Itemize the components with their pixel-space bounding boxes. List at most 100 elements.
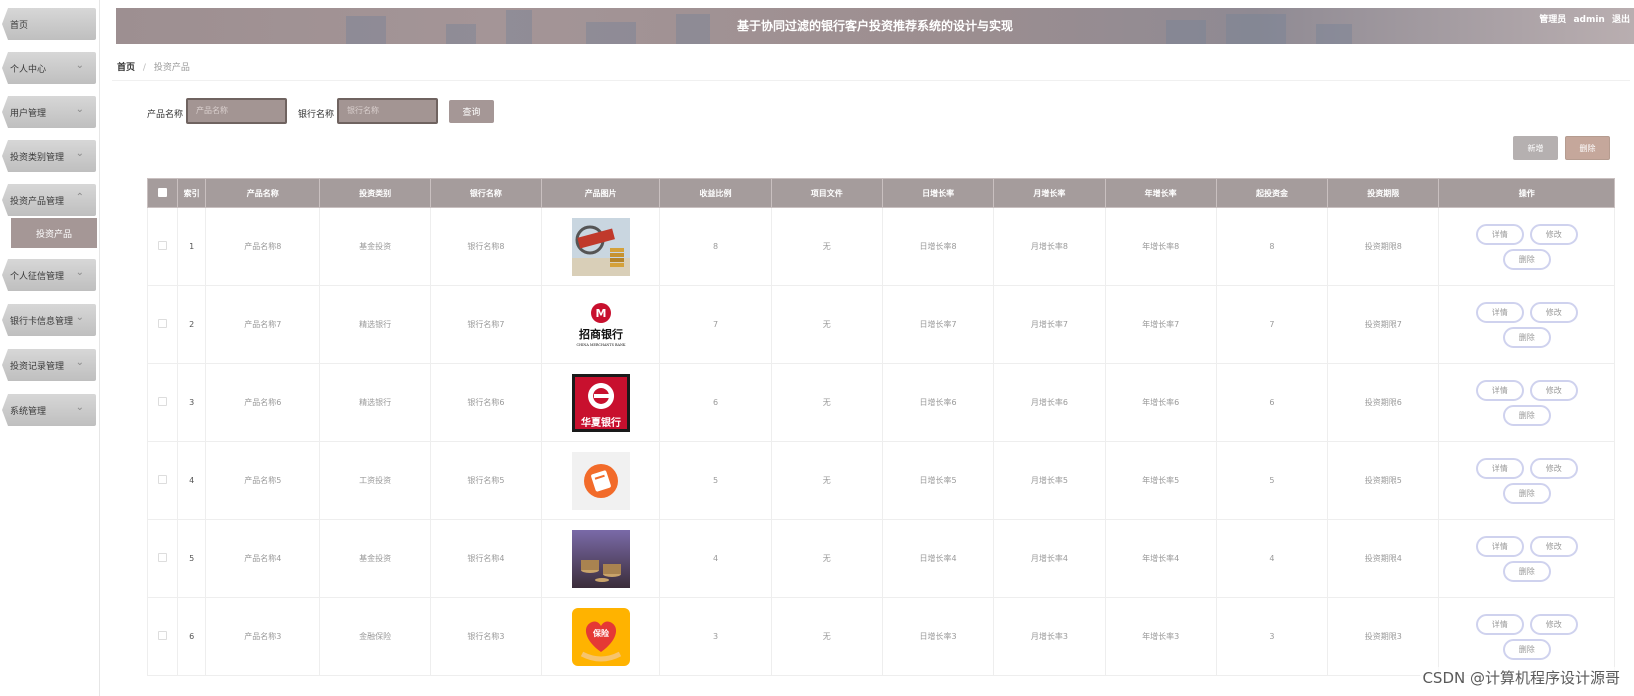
cell-file: 无	[770, 207, 883, 286]
row-checkbox[interactable]	[158, 475, 168, 484]
logout-link[interactable]: 退出	[1612, 15, 1630, 25]
sidebar-item-label: 银行卡信息管理	[10, 316, 74, 327]
chevron-up-icon: ⌃	[75, 192, 84, 203]
cell-index: 3	[177, 363, 207, 442]
table-row[interactable]: 2 产品名称7 精选银行 银行名称7 M 招商银行 CHINA MERCHANTS BANK…	[146, 285, 1615, 364]
cell-name: 产品名称5	[205, 441, 321, 520]
column-header: 产品名称	[205, 178, 321, 208]
table-row[interactable]: 5 产品名称4 基金投资 银行名称4 4 无日增长率4 月增长率4 年增长率4 4 投资期限4 详情…	[146, 519, 1615, 598]
delete-button[interactable]: 删除	[1502, 326, 1551, 348]
row-actions-cell: 详情 修改删除	[1438, 207, 1615, 286]
row-select-cell[interactable]	[146, 441, 179, 520]
cell-term: 投资期限6	[1327, 363, 1440, 442]
product-image-cell: 华夏银行	[541, 363, 661, 442]
svg-text:M: M	[595, 307, 606, 320]
chevron-down-icon: ⌄	[75, 402, 84, 413]
column-header: 收益比例	[659, 178, 772, 208]
sidebar-item-category-management[interactable]: 投资类别管理 ⌄	[2, 140, 96, 172]
delete-button[interactable]: 删除	[1502, 404, 1551, 426]
sidebar-item-record-management[interactable]: 投资记录管理 ⌄	[2, 349, 96, 381]
cell-term: 投资期限5	[1327, 441, 1440, 520]
sidebar-subitem-products[interactable]: 投资产品	[11, 218, 97, 248]
cell-term: 投资期限7	[1327, 285, 1440, 364]
product-image-cell: M 招商银行 CHINA MERCHANTS BANK	[541, 285, 661, 364]
product-name-input[interactable]: 产品名称	[186, 98, 287, 124]
cell-min: 4	[1215, 519, 1329, 598]
sidebar-item-product-management[interactable]: 投资产品管理 ⌃	[2, 184, 96, 216]
sidebar-item-system-management[interactable]: 系统管理 ⌄	[2, 394, 96, 426]
delete-button[interactable]: 删除	[1502, 248, 1551, 270]
cell-yearly: 年增长率6	[1104, 363, 1217, 442]
detail-button[interactable]: 详情	[1475, 535, 1524, 557]
sidebar-item-home[interactable]: 首页	[2, 8, 96, 40]
detail-button[interactable]: 详情	[1475, 613, 1524, 635]
row-select-cell[interactable]	[146, 207, 179, 286]
table-row[interactable]: 4 产品名称5 工资投资 银行名称5 5 无日增长率5 月增长率5 年增长率5 5 投资期限5 详情…	[146, 441, 1615, 520]
select-all-cell[interactable]	[146, 178, 179, 208]
row-checkbox[interactable]	[158, 397, 168, 406]
cell-index: 4	[177, 441, 207, 520]
row-checkbox[interactable]	[158, 319, 168, 328]
cell-min: 3	[1215, 597, 1329, 676]
sidebar-item-credit-management[interactable]: 个人征信管理 ⌄	[2, 259, 96, 291]
row-select-cell[interactable]	[146, 597, 179, 676]
bank-name-input[interactable]: 银行名称	[337, 98, 438, 124]
cell-name: 产品名称3	[205, 597, 321, 676]
chevron-down-icon: ⌄	[75, 267, 84, 278]
breadcrumb-separator: /	[142, 63, 146, 73]
edit-button[interactable]: 修改	[1529, 457, 1578, 479]
svg-text:招商银行: 招商银行	[579, 327, 623, 341]
cell-yearly: 年增长率8	[1104, 207, 1217, 286]
delete-button[interactable]: 删除	[1502, 560, 1551, 582]
edit-button[interactable]: 修改	[1529, 535, 1578, 557]
user-name: admin	[1573, 15, 1605, 25]
table-row[interactable]: 3 产品名称6 精选银行 银行名称6 华夏银行 6 无日增长率6 月增长率6 年增长率6 6 投资期…	[146, 363, 1615, 442]
product-image: 保险	[571, 607, 630, 666]
product-image-cell: 保险	[541, 597, 661, 676]
sidebar-item-user-management[interactable]: 用户管理 ⌄	[2, 96, 96, 128]
row-select-cell[interactable]	[146, 285, 179, 364]
delete-button[interactable]: 删除	[1502, 638, 1551, 660]
table-header-row: 索引 产品名称 投资类别 银行名称 产品图片 收益比例 项目文件 日增长率 月增…	[146, 178, 1615, 208]
watermark: CSDN @计算机程序设计源哥	[1420, 667, 1622, 688]
detail-button[interactable]: 详情	[1475, 457, 1524, 479]
header-banner: 基于协同过滤的银行客户投资推荐系统的设计与实现 管理员 admin 退出	[116, 8, 1634, 44]
edit-button[interactable]: 修改	[1529, 613, 1578, 635]
cell-file: 无	[770, 441, 883, 520]
cell-daily: 日增长率4	[881, 519, 995, 598]
sidebar-item-label: 首页	[10, 20, 29, 31]
select-all-checkbox[interactable]	[158, 187, 168, 197]
row-select-cell[interactable]	[146, 519, 179, 598]
row-select-cell[interactable]	[146, 363, 179, 442]
row-checkbox[interactable]	[158, 553, 168, 562]
sidebar-item-personal-center[interactable]: 个人中心 ⌄	[2, 52, 96, 84]
cell-ratio: 8	[659, 207, 772, 286]
sidebar-item-label: 系统管理	[10, 406, 47, 417]
query-button[interactable]: 查询	[449, 100, 494, 123]
cell-bank: 银行名称5	[429, 441, 543, 520]
detail-button[interactable]: 详情	[1475, 223, 1524, 245]
cell-category: 精选银行	[319, 363, 431, 442]
cell-term: 投资期限3	[1327, 597, 1440, 676]
table-row[interactable]: 1 产品名称8 基金投资 银行名称8 8 无日增长率8 月增长率8 年增长率8 8 投资期限8 详情…	[146, 207, 1615, 286]
delete-button[interactable]: 删除	[1502, 482, 1551, 504]
cell-yearly: 年增长率5	[1104, 441, 1217, 520]
sidebar-item-label: 投资类别管理	[10, 152, 65, 163]
row-checkbox[interactable]	[158, 631, 168, 640]
edit-button[interactable]: 修改	[1529, 223, 1578, 245]
edit-button[interactable]: 修改	[1529, 379, 1578, 401]
sidebar-item-bankcard-management[interactable]: 银行卡信息管理 ⌄	[2, 304, 96, 336]
breadcrumb-current: 投资产品	[153, 63, 190, 73]
breadcrumb-home[interactable]: 首页	[117, 63, 135, 73]
detail-button[interactable]: 详情	[1475, 379, 1524, 401]
cell-index: 5	[177, 519, 207, 598]
detail-button[interactable]: 详情	[1475, 301, 1524, 323]
add-button[interactable]: 新增	[1513, 136, 1558, 160]
cell-bank: 银行名称7	[429, 285, 543, 364]
edit-button[interactable]: 修改	[1529, 301, 1578, 323]
table-row[interactable]: 6 产品名称3 金融保险 银行名称3 保险 3 无日增长率3 月增长率3 年增长率3 3 投资期限3…	[146, 597, 1615, 676]
row-checkbox[interactable]	[158, 241, 168, 250]
cell-file: 无	[770, 285, 883, 364]
batch-delete-button[interactable]: 删除	[1565, 136, 1610, 160]
product-image-cell	[541, 441, 661, 520]
